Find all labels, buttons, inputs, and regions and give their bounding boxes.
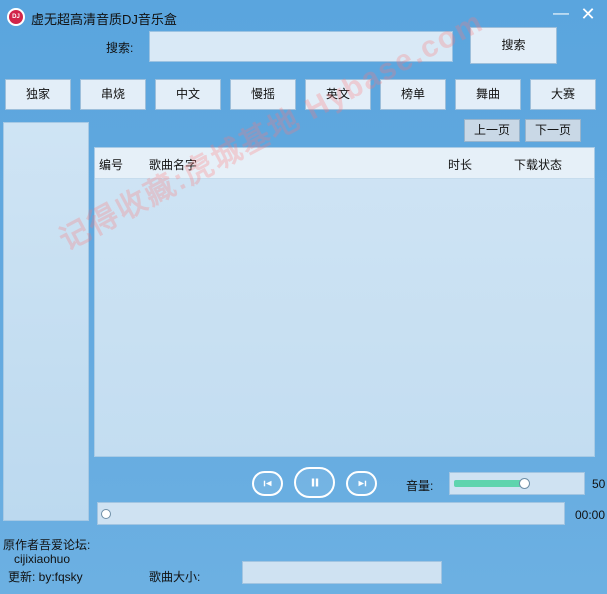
search-button[interactable]: 搜索: [470, 27, 557, 64]
app-logo-icon: DJ: [7, 8, 25, 26]
column-header-number[interactable]: 编号: [99, 156, 123, 173]
pause-icon: [311, 478, 318, 487]
next-track-button[interactable]: [346, 471, 377, 496]
next-page-button[interactable]: 下一页: [525, 119, 581, 142]
song-list[interactable]: 编号 歌曲名字 时长 下载状态: [94, 147, 595, 457]
playback-time: 00:00: [575, 508, 606, 522]
category-button-chinese[interactable]: 中文: [155, 79, 221, 110]
playback-progress-slider[interactable]: [97, 502, 565, 525]
category-button-medley[interactable]: 串烧: [80, 79, 146, 110]
category-button-english[interactable]: 英文: [305, 79, 371, 110]
minimize-button[interactable]: —: [551, 4, 571, 24]
prev-page-button[interactable]: 上一页: [464, 119, 520, 142]
search-label: 搜索:: [106, 41, 134, 55]
column-header-download-status[interactable]: 下载状态: [514, 156, 562, 173]
song-size-label: 歌曲大小:: [149, 570, 201, 584]
credit-text-line3: 更新: by:fqsky: [8, 570, 83, 584]
previous-track-button[interactable]: [252, 471, 283, 496]
search-input[interactable]: [149, 31, 453, 62]
column-header-song-name[interactable]: 歌曲名字: [149, 156, 197, 173]
song-list-header: 编号 歌曲名字 时长 下载状态: [95, 148, 594, 179]
song-size-field: [242, 561, 442, 584]
window-title: 虚无超高清音质DJ音乐盒: [31, 12, 177, 27]
close-button[interactable]: ✕: [578, 4, 598, 24]
category-button-slow[interactable]: 慢摇: [230, 79, 296, 110]
play-pause-button[interactable]: [294, 467, 335, 498]
column-header-duration[interactable]: 时长: [448, 156, 472, 173]
category-button-chart[interactable]: 榜单: [380, 79, 446, 110]
volume-value: 50: [592, 477, 606, 491]
category-button-dance[interactable]: 舞曲: [455, 79, 521, 110]
volume-slider-handle[interactable]: [519, 478, 530, 489]
category-button-contest[interactable]: 大赛: [530, 79, 596, 110]
volume-label: 音量:: [406, 479, 434, 493]
progress-slider-handle[interactable]: [101, 509, 111, 519]
volume-slider[interactable]: [449, 472, 585, 495]
volume-fill: [454, 480, 525, 487]
category-button-exclusive[interactable]: 独家: [5, 79, 71, 110]
credit-text-line2: cijixiaohuo: [14, 552, 71, 566]
credit-text-line1: 原作者吾爱论坛:: [3, 538, 91, 552]
skip-previous-icon: [263, 480, 271, 487]
skip-next-icon: [358, 480, 366, 487]
sidebar-panel[interactable]: [3, 122, 89, 521]
